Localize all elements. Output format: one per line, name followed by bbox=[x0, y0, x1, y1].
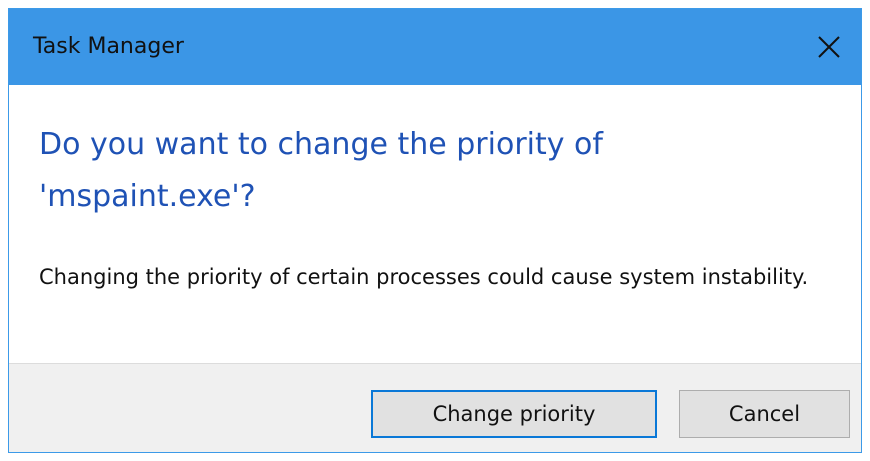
close-button[interactable] bbox=[797, 9, 861, 85]
window-title: Task Manager bbox=[33, 34, 184, 59]
title-bar[interactable]: Task Manager bbox=[9, 9, 861, 85]
change-priority-button[interactable]: Change priority bbox=[371, 390, 657, 438]
button-footer: Change priority Cancel bbox=[9, 363, 861, 452]
task-manager-dialog: Task Manager Do you want to change the p… bbox=[8, 8, 862, 453]
warning-detail-text: Changing the priority of certain process… bbox=[39, 265, 809, 289]
main-instruction: Do you want to change the priority of 'm… bbox=[39, 127, 603, 214]
close-icon bbox=[818, 36, 840, 58]
cancel-button[interactable]: Cancel bbox=[679, 390, 850, 438]
dialog-content: Do you want to change the priority of 'm… bbox=[9, 85, 861, 363]
